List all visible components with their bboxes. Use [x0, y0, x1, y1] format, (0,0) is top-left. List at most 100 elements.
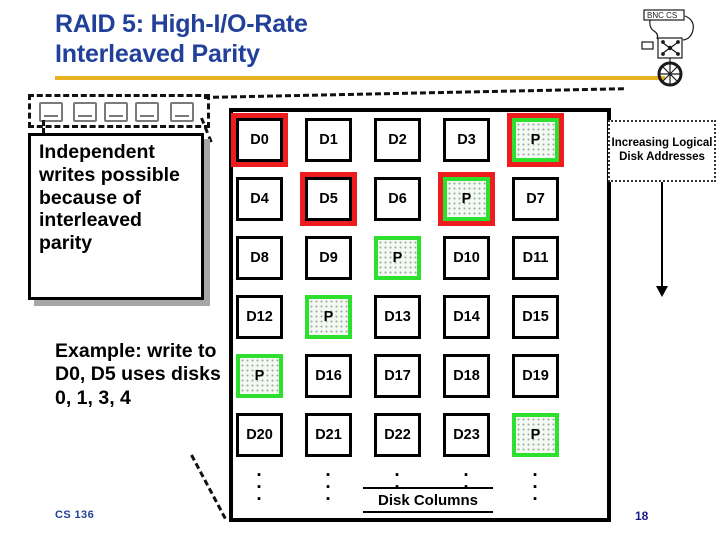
disk-columns-label: Disk Columns	[363, 487, 493, 513]
disk-block-cell: D7	[512, 177, 559, 221]
block-label: D20	[246, 427, 273, 443]
disk-block-cell: D15	[512, 295, 559, 339]
example-text: Example: write to D0, D5 uses disks 0, 1…	[55, 340, 221, 409]
column-ellipsis: ···	[236, 466, 283, 508]
band-disk-icon	[135, 102, 159, 122]
disk-block-cell: D12	[236, 295, 283, 339]
disk-block-cell: P	[512, 413, 559, 457]
block-label: D21	[315, 427, 342, 443]
disk-block-cell: D6	[374, 177, 421, 221]
data-block: D1	[305, 118, 352, 162]
disk-block-cell: P	[236, 354, 283, 398]
disk-block-cell: D1	[305, 118, 352, 162]
data-block: D9	[305, 236, 352, 280]
disk-block-cell: D21	[305, 413, 352, 457]
disk-block-cell: D3	[443, 118, 490, 162]
data-block: D15	[512, 295, 559, 339]
write-highlight-ring	[300, 172, 357, 226]
data-block: D8	[236, 236, 283, 280]
block-label: D1	[319, 132, 338, 148]
disk-block-cell: D9	[305, 236, 352, 280]
data-block: D10	[443, 236, 490, 280]
block-label: D3	[457, 132, 476, 148]
data-block: D3	[443, 118, 490, 162]
disk-block-cell: D5	[300, 172, 357, 226]
data-block: D16	[305, 354, 352, 398]
disk-block-cell: D22	[374, 413, 421, 457]
disk-block-cell: D17	[374, 354, 421, 398]
write-highlight-ring	[507, 113, 564, 167]
data-block: D20	[236, 413, 283, 457]
disk-block-cell: P	[374, 236, 421, 280]
disk-block-cell: D14	[443, 295, 490, 339]
block-label: D18	[453, 368, 480, 384]
block-label: D9	[319, 250, 338, 266]
course-label: CS 136	[55, 509, 95, 521]
band-disk-icon	[170, 102, 194, 122]
parity-block: P	[512, 413, 559, 457]
disk-block-cell: P	[438, 172, 495, 226]
block-label: D15	[522, 309, 549, 325]
block-label: D2	[388, 132, 407, 148]
block-label: P	[530, 427, 541, 443]
data-block: D2	[374, 118, 421, 162]
data-block: D19	[512, 354, 559, 398]
title-line-1: RAID 5: High-I/O-Rate	[55, 10, 308, 38]
parity-block: P	[305, 295, 352, 339]
disk-array-band-decoration	[28, 94, 210, 128]
disk-block-grid: D0 D1 D2 D3 P D4 D5 D6 P D7 D8 D9 P D10 D11 D12 P D13 D14 D…	[231, 113, 604, 508]
disk-block-cell: D8	[236, 236, 283, 280]
block-label: D19	[522, 368, 549, 384]
data-block: D17	[374, 354, 421, 398]
disk-block-cell: D19	[512, 354, 559, 398]
title-underline-rule	[55, 76, 665, 80]
disk-block-cell: P	[305, 295, 352, 339]
data-block: D14	[443, 295, 490, 339]
write-highlight-ring	[438, 172, 495, 226]
column-ellipsis: ···	[305, 466, 352, 510]
increasing-logical-disk-addresses-label: Increasing Logical Disk Addresses	[608, 120, 716, 182]
block-label: D4	[250, 191, 269, 207]
data-block: D21	[305, 413, 352, 457]
slide-canvas: RAID 5: High-I/O-Rate Interleaved Parity	[0, 0, 720, 540]
block-label: P	[392, 250, 403, 266]
block-label: D8	[250, 250, 269, 266]
ellipsis-dot: ·	[532, 488, 539, 510]
block-label: P	[254, 368, 265, 384]
disk-block-cell: D11	[512, 236, 559, 280]
data-block: D4	[236, 177, 283, 221]
data-block: D18	[443, 354, 490, 398]
disk-block-cell: D13	[374, 295, 421, 339]
bnc-cs-sketch-logo-icon: BNC CS	[630, 2, 710, 88]
block-label: D7	[526, 191, 545, 207]
data-block: D11	[512, 236, 559, 280]
disk-block-cell: D2	[374, 118, 421, 162]
address-direction-arrow-icon	[656, 182, 668, 297]
disk-block-cell: D16	[305, 354, 352, 398]
data-block: D22	[374, 413, 421, 457]
disk-block-cell: D20	[236, 413, 283, 457]
data-block: D13	[374, 295, 421, 339]
parity-block: P	[236, 354, 283, 398]
disk-block-cell: D23	[443, 413, 490, 457]
disk-block-cell: D10	[443, 236, 490, 280]
column-ellipsis: ···	[512, 466, 559, 510]
write-highlight-ring	[231, 113, 288, 167]
band-disk-icon	[104, 102, 128, 122]
disk-block-cell: P	[507, 113, 564, 167]
logo-text: BNC CS	[647, 11, 677, 20]
example-leader-line	[190, 454, 227, 520]
band-leader-line	[203, 87, 624, 99]
ellipsis-dot: ·	[325, 488, 332, 510]
block-label: D17	[384, 368, 411, 384]
disk-block-cell: D0	[231, 113, 288, 167]
block-label: D10	[453, 250, 480, 266]
band-disk-icon	[73, 102, 97, 122]
block-label: D16	[315, 368, 342, 384]
block-label: D13	[384, 309, 411, 325]
data-block: D23	[443, 413, 490, 457]
block-label: D14	[453, 309, 480, 325]
block-label: D23	[453, 427, 480, 443]
page-number: 18	[635, 509, 649, 523]
block-label: D11	[522, 250, 549, 266]
